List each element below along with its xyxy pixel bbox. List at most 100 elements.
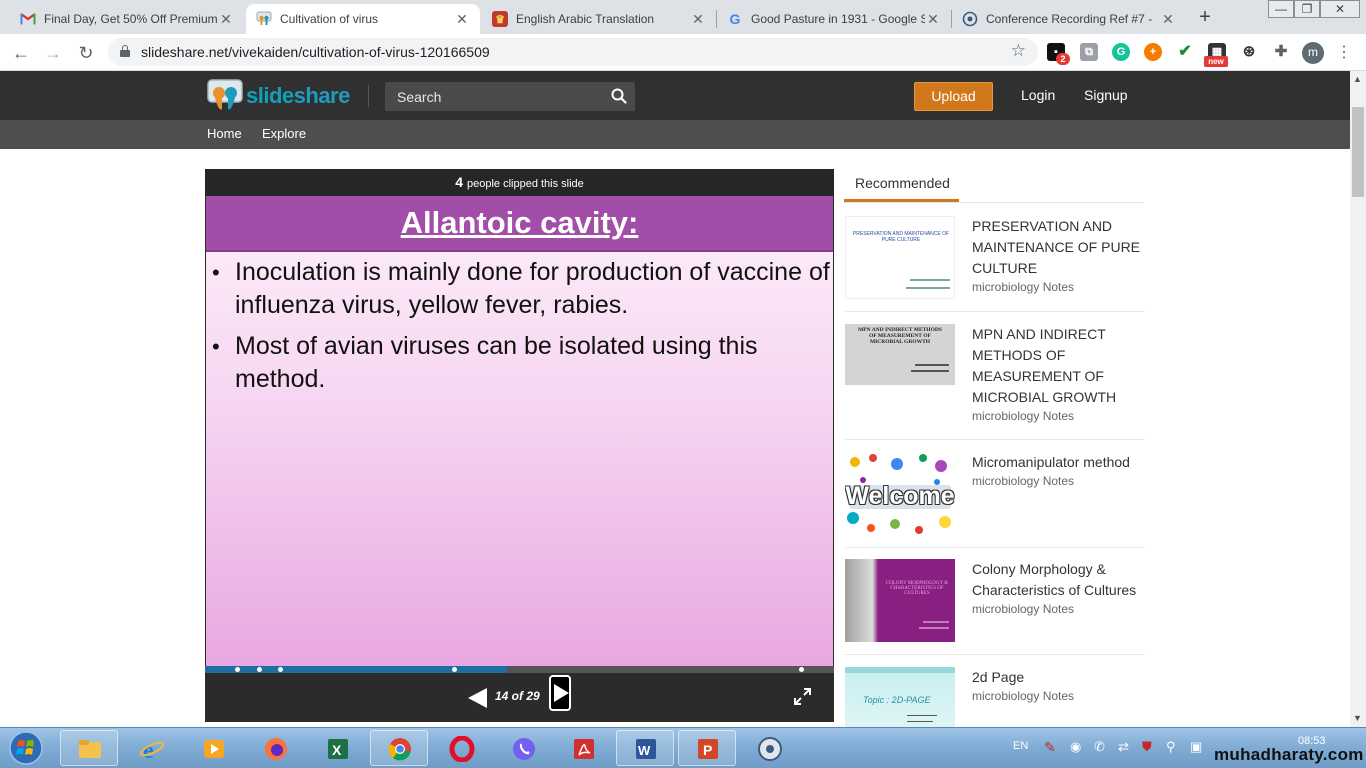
slideshare-logo-icon[interactable] bbox=[207, 78, 243, 114]
previous-slide-icon[interactable] bbox=[468, 688, 487, 708]
scroll-thumb[interactable] bbox=[1352, 107, 1364, 197]
taskbar-word[interactable]: W bbox=[616, 730, 674, 766]
search-input[interactable] bbox=[385, 82, 635, 111]
close-tab-icon[interactable]: ✕ bbox=[454, 11, 470, 28]
conference-icon bbox=[758, 737, 782, 761]
explore-link[interactable]: Explore bbox=[262, 126, 306, 141]
recommended-item[interactable]: Topic : 2D-PAGE 2d Page microbiology Not… bbox=[845, 667, 1145, 727]
target-extension-icon[interactable]: ⊛ bbox=[1240, 43, 1258, 61]
taskbar-conference-app[interactable] bbox=[740, 730, 798, 766]
home-link[interactable]: Home bbox=[207, 126, 242, 141]
translation-icon: ♛ bbox=[492, 11, 508, 27]
next-slide-button[interactable] bbox=[549, 675, 571, 711]
tray-network-icon[interactable]: ⇄ bbox=[1118, 739, 1129, 755]
tray-viber-icon[interactable]: ✆ bbox=[1094, 739, 1105, 755]
taskbar-excel[interactable]: X bbox=[308, 730, 366, 766]
progress-marker[interactable] bbox=[278, 667, 283, 672]
close-tab-icon[interactable]: ✕ bbox=[690, 11, 706, 28]
page-scrollbar[interactable]: ▲ ▼ bbox=[1350, 71, 1366, 727]
upload-button[interactable]: Upload bbox=[914, 82, 993, 111]
taskbar-acrobat[interactable] bbox=[554, 730, 612, 766]
taskbar-chrome[interactable] bbox=[370, 730, 428, 766]
grammarly-icon[interactable]: G bbox=[1112, 43, 1130, 61]
taskbar-media-player[interactable] bbox=[184, 730, 242, 766]
slide-progress-bar[interactable] bbox=[205, 666, 834, 673]
recommended-title[interactable]: PRESERVATION AND MAINTENANCE OF PURE CUL… bbox=[972, 216, 1144, 279]
progress-marker[interactable] bbox=[257, 667, 262, 672]
recommended-item[interactable]: Welcome Micromanipulator method microbio… bbox=[845, 452, 1145, 548]
recommended-author[interactable]: microbiology Notes bbox=[972, 474, 1074, 488]
recommended-thumbnail[interactable]: COLONY MORPHOLOGY & CHARACTERISTICS OF C… bbox=[845, 559, 955, 642]
recommended-title[interactable]: 2d Page bbox=[972, 667, 1144, 688]
scroll-up-icon[interactable]: ▲ bbox=[1353, 74, 1362, 84]
minimize-icon[interactable]: — bbox=[1268, 0, 1294, 18]
browser-tab-google[interactable]: G Good Pasture in 1931 - Google S ✕ bbox=[717, 4, 951, 34]
search-icon[interactable] bbox=[611, 88, 627, 104]
fullscreen-icon[interactable] bbox=[794, 688, 811, 705]
gmail-icon bbox=[20, 11, 36, 27]
taskbar-powerpoint[interactable]: P bbox=[678, 730, 736, 766]
plus-extension-icon[interactable]: + bbox=[1144, 43, 1162, 61]
recommended-author[interactable]: microbiology Notes bbox=[972, 602, 1074, 616]
progress-marker[interactable] bbox=[452, 667, 457, 672]
close-window-icon[interactable]: ✕ bbox=[1320, 0, 1360, 18]
recommended-thumbnail[interactable]: Topic : 2D-PAGE bbox=[845, 667, 955, 727]
tray-acrobat-icon[interactable]: ✎ bbox=[1044, 739, 1056, 756]
recommended-author[interactable]: microbiology Notes bbox=[972, 689, 1074, 703]
recommended-author[interactable]: microbiology Notes bbox=[972, 280, 1074, 294]
close-tab-icon[interactable]: ✕ bbox=[925, 11, 941, 28]
tray-usb-icon[interactable]: ⚲ bbox=[1166, 739, 1176, 755]
forward-arrow-icon[interactable]: → bbox=[40, 40, 66, 66]
signup-link[interactable]: Signup bbox=[1084, 87, 1128, 103]
puzzle-icon[interactable]: ✚ bbox=[1272, 43, 1290, 61]
bookmark-star-icon[interactable]: ☆ bbox=[1011, 41, 1026, 61]
recommended-thumbnail[interactable]: Welcome bbox=[845, 452, 955, 535]
browser-tab-cultivation[interactable]: Cultivation of virus ✕ bbox=[246, 4, 480, 34]
restore-icon[interactable]: ❐ bbox=[1294, 0, 1320, 18]
recommended-title[interactable]: Micromanipulator method bbox=[972, 452, 1144, 473]
slideshare-wordmark[interactable]: slideshare bbox=[246, 83, 350, 109]
checkmark-extension-icon[interactable]: ✔ bbox=[1176, 43, 1194, 61]
browser-tab-translation[interactable]: ♛ English Arabic Translation ✕ bbox=[482, 4, 716, 34]
recommended-item[interactable]: PRESERVATION AND MAINTENANCE OF PURE CUL… bbox=[845, 216, 1145, 312]
close-tab-icon[interactable]: ✕ bbox=[1160, 11, 1176, 28]
recommended-title[interactable]: MPN AND INDIRECT METHODS OF MEASUREMENT … bbox=[972, 324, 1144, 408]
progress-marker[interactable] bbox=[799, 667, 804, 672]
taskbar-internet-explorer[interactable]: e bbox=[122, 730, 180, 766]
language-indicator[interactable]: EN bbox=[1013, 740, 1028, 752]
address-bar[interactable]: slideshare.net/vivekaiden/cultivation-of… bbox=[108, 38, 1038, 66]
recommended-title[interactable]: Colony Morphology & Characteristics of C… bbox=[972, 559, 1144, 601]
menu-kebab-icon[interactable]: ⋮ bbox=[1336, 42, 1352, 62]
windows-start-button[interactable] bbox=[4, 730, 48, 766]
browser-tab-conference[interactable]: Conference Recording Ref #7 - ✕ bbox=[952, 4, 1186, 34]
profile-avatar[interactable]: m bbox=[1302, 42, 1324, 64]
tray-shield-icon[interactable]: ⛊ bbox=[1142, 739, 1152, 755]
thumbnail-line bbox=[923, 621, 949, 623]
thumbnail-line bbox=[911, 370, 949, 372]
browser-tab-strip: Final Day, Get 50% Off Premium ✕ Cultiva… bbox=[0, 0, 1366, 34]
thumbnail-line bbox=[907, 721, 933, 722]
recommended-thumbnail[interactable]: PRESERVATION AND MAINTENANCE OF PURE CUL… bbox=[845, 216, 955, 299]
logo-word-share: share bbox=[293, 83, 351, 108]
tray-clipboard-icon[interactable]: ▣ bbox=[1190, 739, 1202, 755]
tray-conference-icon[interactable]: ◉ bbox=[1070, 739, 1081, 755]
taskbar-opera[interactable] bbox=[432, 730, 490, 766]
close-tab-icon[interactable]: ✕ bbox=[218, 11, 234, 28]
reload-icon[interactable]: ↻ bbox=[73, 40, 99, 66]
progress-marker[interactable] bbox=[235, 667, 240, 672]
copy-extension-icon[interactable]: ⧉ bbox=[1080, 43, 1098, 61]
recommended-author[interactable]: microbiology Notes bbox=[972, 409, 1074, 423]
recommended-item[interactable]: MPN AND INDIRECT METHODS OF MEASUREMENT … bbox=[845, 324, 1145, 440]
recommended-item[interactable]: COLONY MORPHOLOGY & CHARACTERISTICS OF C… bbox=[845, 559, 1145, 655]
taskbar-firefox[interactable] bbox=[246, 730, 304, 766]
login-link[interactable]: Login bbox=[1021, 87, 1055, 103]
current-slide[interactable]: Allantoic cavity: • Inoculation is mainly… bbox=[206, 196, 833, 666]
taskbar-viber[interactable] bbox=[494, 730, 552, 766]
taskbar-explorer[interactable] bbox=[60, 730, 118, 766]
recommended-tab[interactable]: Recommended bbox=[844, 168, 959, 202]
scroll-down-icon[interactable]: ▼ bbox=[1353, 713, 1362, 723]
back-arrow-icon[interactable]: ← bbox=[8, 40, 34, 66]
browser-tab-gmail[interactable]: Final Day, Get 50% Off Premium ✕ bbox=[10, 4, 244, 34]
recommended-thumbnail[interactable]: MPN AND INDIRECT METHODS OF MEASUREMENT … bbox=[845, 324, 955, 385]
new-tab-button[interactable]: + bbox=[1194, 6, 1216, 28]
